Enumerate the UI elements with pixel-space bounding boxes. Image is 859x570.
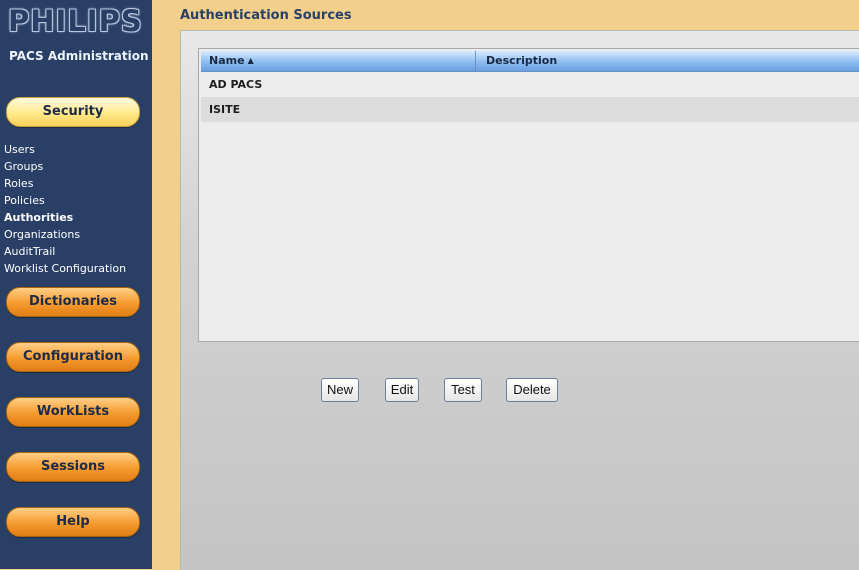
column-header-description[interactable]: Description: [477, 51, 859, 71]
nav-configuration-button[interactable]: Configuration: [6, 342, 140, 372]
nav-worklists-button[interactable]: WorkLists: [6, 397, 140, 427]
column-header-name[interactable]: Name ▲: [201, 51, 476, 71]
nav-dictionaries-button[interactable]: Dictionaries: [6, 287, 140, 317]
nav-security-button[interactable]: Security: [6, 97, 140, 127]
new-button[interactable]: New: [321, 378, 359, 402]
delete-button[interactable]: Delete: [506, 378, 558, 402]
page-title: Authentication Sources: [180, 8, 352, 23]
sidebar-item-organizations[interactable]: Organizations: [4, 226, 126, 243]
sidebar-item-audittrail[interactable]: AuditTrail: [4, 243, 126, 260]
test-button[interactable]: Test: [444, 378, 482, 402]
column-header-name-label: Name: [209, 54, 245, 67]
sidebar-item-roles[interactable]: Roles: [4, 175, 126, 192]
philips-logo: PHILIPS: [8, 4, 143, 38]
sidebar-item-worklist-configuration[interactable]: Worklist Configuration: [4, 260, 126, 277]
authentication-sources-table: Name ▲ Description AD PACS ISITE: [198, 48, 859, 342]
app-title: PACS Administration: [9, 49, 149, 63]
sidebar-item-authorities[interactable]: Authorities: [4, 209, 126, 226]
table-cell-name: AD PACS: [209, 78, 263, 91]
table-row[interactable]: ISITE: [201, 97, 859, 122]
table-cell-name: ISITE: [209, 103, 241, 116]
content-panel: Name ▲ Description AD PACS ISITE New Edit…: [180, 30, 859, 570]
edit-button[interactable]: Edit: [385, 378, 419, 402]
nav-sessions-button[interactable]: Sessions: [6, 452, 140, 482]
sidebar-item-groups[interactable]: Groups: [4, 158, 126, 175]
security-submenu: Users Groups Roles Policies Authorities …: [4, 141, 126, 277]
nav-help-button[interactable]: Help: [6, 507, 140, 537]
sidebar-item-policies[interactable]: Policies: [4, 192, 126, 209]
sidebar: PHILIPS PACS Administration Security Use…: [0, 0, 152, 569]
table-header: Name ▲ Description: [201, 51, 859, 72]
sidebar-item-users[interactable]: Users: [4, 141, 126, 158]
table-row[interactable]: AD PACS: [201, 72, 859, 97]
sort-ascending-icon: ▲: [247, 56, 254, 65]
